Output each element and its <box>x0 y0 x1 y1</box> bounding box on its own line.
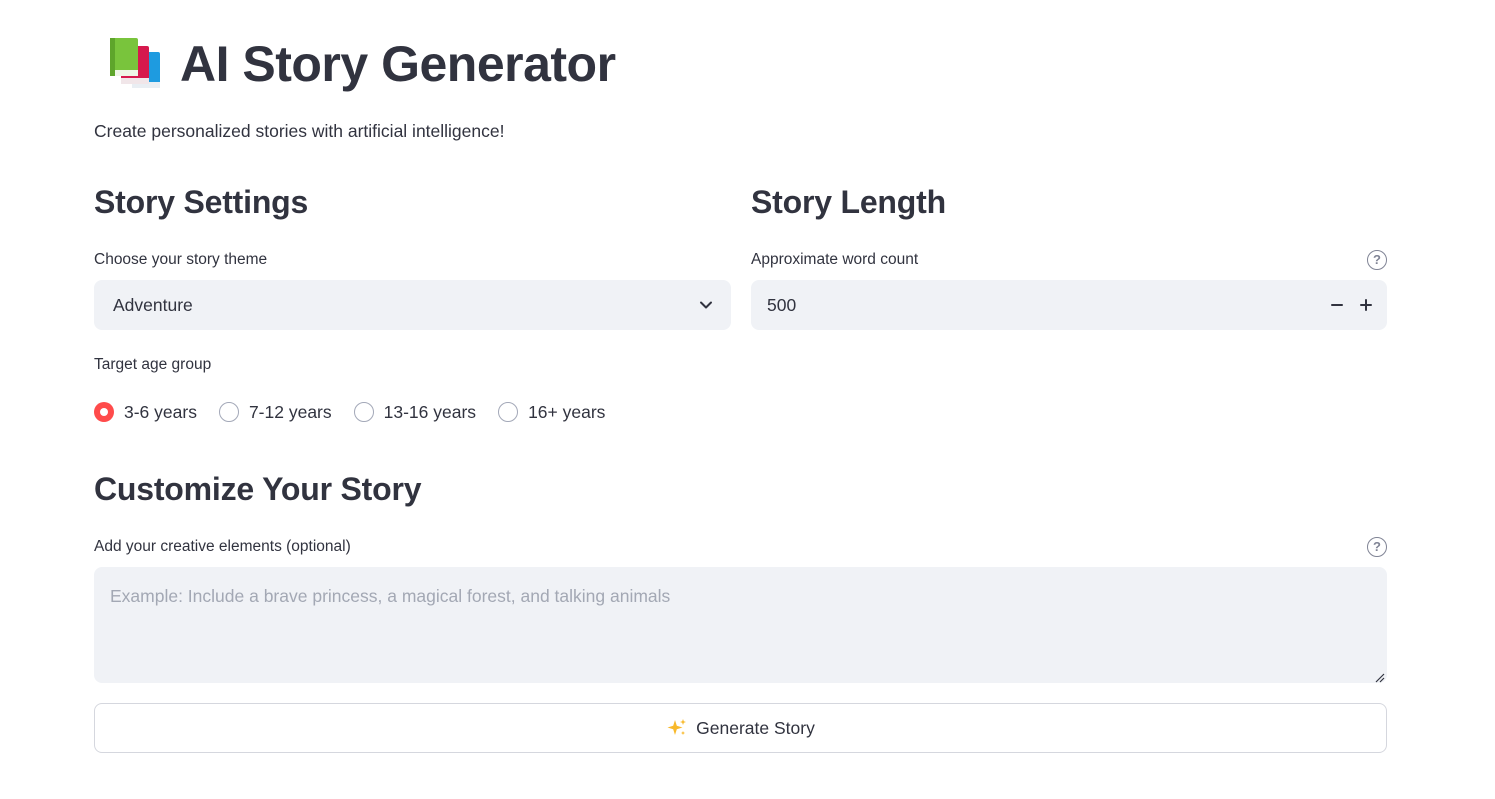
theme-select-value: Adventure <box>113 294 193 315</box>
radio-selected-indicator[interactable] <box>94 402 114 422</box>
radio-indicator[interactable] <box>353 402 374 422</box>
app-page: AI Story Generator Create personalized s… <box>0 0 1495 799</box>
title-row: AI Story Generator <box>94 32 616 96</box>
help-circle-icon[interactable]: ? <box>1367 250 1387 270</box>
story-settings-heading: Story Settings <box>94 184 309 220</box>
radio-option-13-16[interactable]: 13-16 years <box>353 401 477 423</box>
theme-label: Choose your story theme <box>94 251 268 268</box>
word-count-value[interactable]: 500 <box>767 280 796 330</box>
radio-option-16-plus[interactable]: 16+ years <box>498 402 605 423</box>
radio-option-label: 16+ years <box>528 401 606 422</box>
sparkles-icon <box>666 717 688 739</box>
radio-indicator[interactable] <box>498 402 519 422</box>
generate-story-button[interactable]: Generate Story <box>94 703 1387 753</box>
page-title: AI Story Generator <box>180 36 616 92</box>
theme-select[interactable]: Adventure <box>94 280 731 330</box>
radio-option-7-12[interactable]: 7-12 years <box>218 401 332 423</box>
radio-indicator[interactable] <box>218 402 239 422</box>
radio-option-label: 13-16 years <box>383 401 477 422</box>
customize-heading: Customize Your Story <box>94 471 422 507</box>
age-group-label: Target age group <box>94 356 212 373</box>
help-circle-icon[interactable]: ? <box>1367 537 1387 557</box>
word-count-input[interactable]: 500 <box>751 280 1387 330</box>
chevron-down-icon <box>698 297 714 313</box>
plus-icon[interactable] <box>1346 285 1386 325</box>
resize-handle-icon[interactable] <box>1374 670 1385 683</box>
creative-elements-label: Add your creative elements (optional) <box>94 538 351 555</box>
word-count-label: Approximate word count <box>751 251 919 268</box>
books-icon <box>102 36 168 92</box>
generate-story-label: Generate Story <box>696 717 815 738</box>
radio-option-label: 7-12 years <box>248 401 332 422</box>
radio-option-3-6[interactable]: 3-6 years <box>94 402 197 423</box>
page-subtitle: Create personalized stories with artific… <box>94 121 505 141</box>
radio-option-label: 3-6 years <box>124 401 197 422</box>
creative-elements-textarea[interactable] <box>94 567 1387 683</box>
story-length-heading: Story Length <box>751 184 946 220</box>
age-group-radio: 3-6 years 7-12 years 13-16 years 16+ yea… <box>94 399 627 425</box>
